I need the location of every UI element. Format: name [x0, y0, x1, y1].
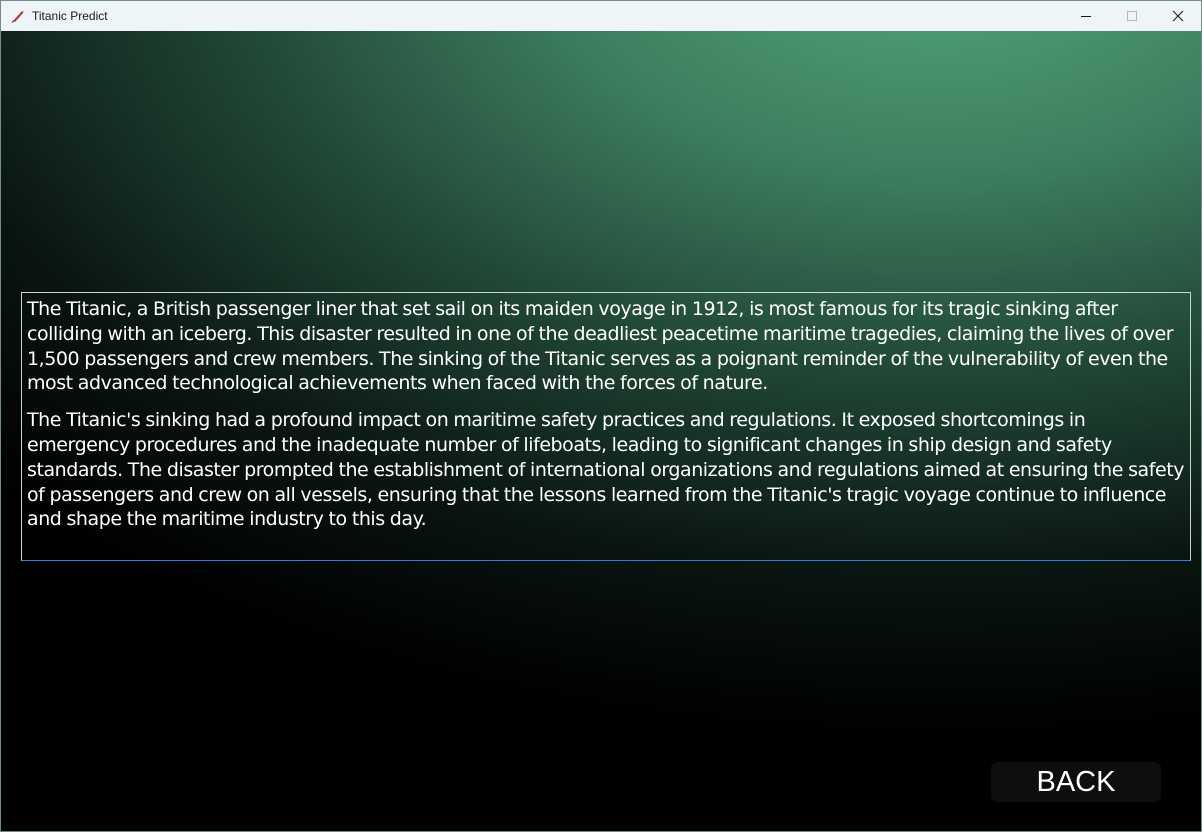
- maximize-icon: [1126, 7, 1138, 26]
- title-bar[interactable]: Titanic Predict: [1, 1, 1201, 31]
- close-button[interactable]: [1155, 1, 1201, 31]
- feather-icon: [10, 8, 26, 24]
- minimize-button[interactable]: [1063, 1, 1109, 31]
- close-icon: [1172, 7, 1184, 26]
- app-window: Titanic Predict The Titanic, a British p…: [0, 0, 1202, 832]
- back-button[interactable]: BACK: [991, 762, 1161, 802]
- description-paragraph: The Titanic, a British passenger liner t…: [27, 298, 1174, 395]
- maximize-button[interactable]: [1109, 1, 1155, 31]
- window-title: Titanic Predict: [32, 9, 108, 23]
- description-paragraph: The Titanic's sinking had a profound imp…: [27, 409, 1185, 531]
- window-controls: [1063, 1, 1201, 31]
- titanic-description-textbox[interactable]: The Titanic, a British passenger liner t…: [21, 292, 1191, 561]
- main-content: The Titanic, a British passenger liner t…: [1, 31, 1201, 831]
- minimize-icon: [1080, 7, 1092, 26]
